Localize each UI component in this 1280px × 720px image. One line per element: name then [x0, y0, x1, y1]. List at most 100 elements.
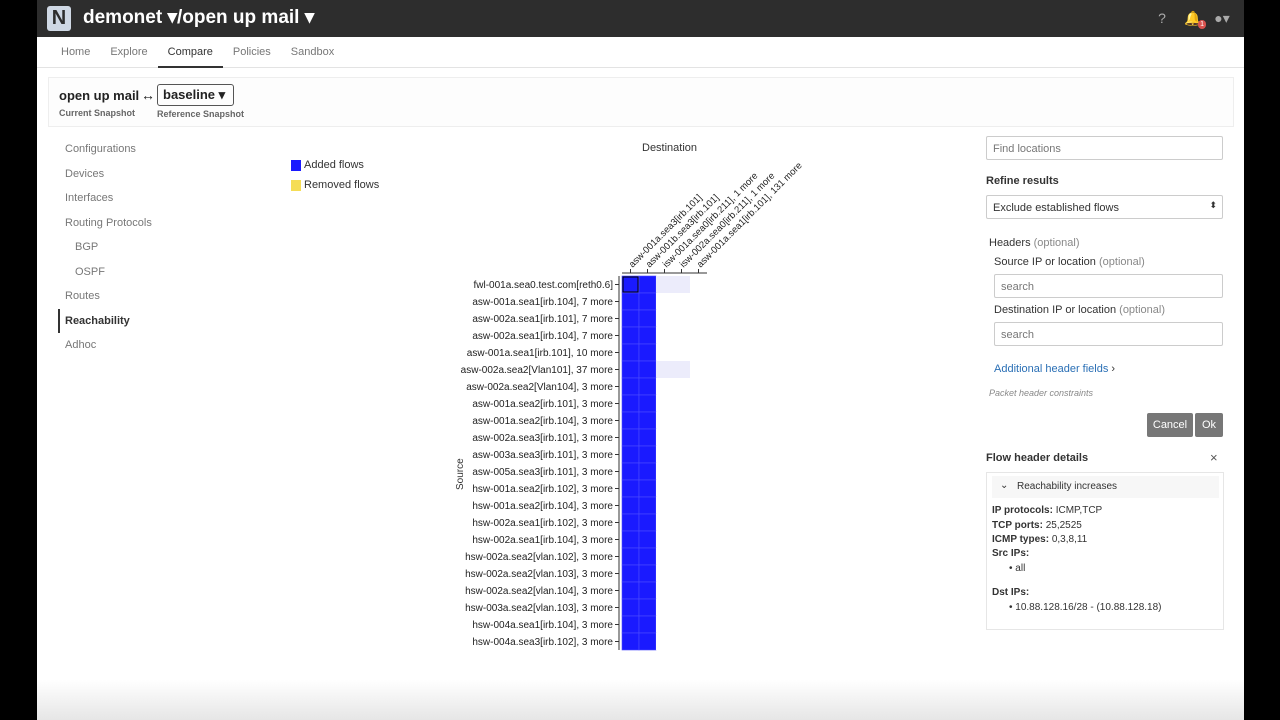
matrix-cell[interactable] [621, 462, 640, 481]
matrix-cell[interactable] [656, 548, 673, 565]
matrix-cell[interactable] [673, 582, 690, 599]
matrix-cell[interactable] [638, 394, 657, 413]
matrix-cell[interactable] [621, 598, 640, 617]
matrix-cell[interactable] [656, 310, 673, 327]
additional-header-fields-link[interactable]: Additional header fields › [994, 363, 1115, 375]
matrix-cell[interactable] [656, 463, 673, 480]
cancel-button[interactable]: Cancel [1147, 413, 1193, 437]
matrix-cell[interactable] [656, 429, 673, 446]
matrix-cell[interactable] [621, 564, 640, 583]
matrix-cell[interactable] [690, 582, 707, 599]
matrix-cell[interactable] [690, 463, 707, 480]
matrix-cell[interactable] [621, 411, 640, 430]
matrix-cell[interactable] [690, 565, 707, 582]
matrix-cell[interactable] [690, 310, 707, 327]
matrix-cell[interactable] [638, 411, 657, 430]
matrix-cell[interactable] [656, 378, 673, 395]
matrix-cell[interactable] [621, 326, 640, 345]
matrix-cell[interactable] [656, 565, 673, 582]
matrix-cell[interactable] [621, 632, 640, 651]
matrix-cell[interactable] [621, 275, 640, 294]
matrix-cell[interactable] [621, 394, 640, 413]
matrix-cell[interactable] [690, 616, 707, 633]
matrix-cell[interactable] [673, 327, 690, 344]
matrix-cell[interactable] [690, 327, 707, 344]
matrix-cell[interactable] [638, 275, 657, 294]
reachability-section-header[interactable]: ⌄ Reachability increases [992, 476, 1219, 498]
matrix-cell[interactable] [673, 599, 690, 616]
matrix-cell[interactable] [673, 344, 690, 361]
matrix-cell[interactable] [673, 531, 690, 548]
matrix-cell[interactable] [638, 343, 657, 362]
matrix-cell[interactable] [621, 513, 640, 532]
matrix-cell[interactable] [673, 276, 690, 293]
matrix-cell[interactable] [690, 633, 707, 650]
close-icon[interactable]: × [1210, 450, 1218, 465]
matrix-cell[interactable] [690, 480, 707, 497]
matrix-cell[interactable] [690, 599, 707, 616]
matrix-cell[interactable] [673, 548, 690, 565]
matrix-cell[interactable] [621, 360, 640, 379]
matrix-cell[interactable] [638, 292, 657, 311]
matrix-cell[interactable] [638, 377, 657, 396]
matrix-cell[interactable] [673, 446, 690, 463]
matrix-cell[interactable] [673, 497, 690, 514]
matrix-cell[interactable] [673, 429, 690, 446]
matrix-cell[interactable] [656, 293, 673, 310]
matrix-cell[interactable] [621, 615, 640, 634]
matrix-cell[interactable] [690, 276, 707, 293]
matrix-cell[interactable] [638, 445, 657, 464]
matrix-cell[interactable] [673, 293, 690, 310]
matrix-cell[interactable] [690, 548, 707, 565]
user-icon[interactable]: ●▾ [1214, 10, 1230, 26]
matrix-cell[interactable] [621, 496, 640, 515]
matrix-cell[interactable] [673, 463, 690, 480]
matrix-cell[interactable] [638, 326, 657, 345]
matrix-cell[interactable] [673, 361, 690, 378]
matrix-cell[interactable] [656, 480, 673, 497]
matrix-cell[interactable] [638, 581, 657, 600]
matrix-cell[interactable] [656, 344, 673, 361]
matrix-cell[interactable] [673, 395, 690, 412]
matrix-cell[interactable] [656, 633, 673, 650]
matrix-cell[interactable] [656, 446, 673, 463]
matrix-cell[interactable] [656, 616, 673, 633]
matrix-cell[interactable] [673, 378, 690, 395]
matrix-cell[interactable] [638, 428, 657, 447]
matrix-cell[interactable] [673, 633, 690, 650]
matrix-cell[interactable] [690, 497, 707, 514]
matrix-cell[interactable] [621, 581, 640, 600]
matrix-cell[interactable] [621, 428, 640, 447]
matrix-cell[interactable] [638, 462, 657, 481]
matrix-cell[interactable] [656, 412, 673, 429]
matrix-cell[interactable] [638, 360, 657, 379]
matrix-cell[interactable] [656, 531, 673, 548]
matrix-cell[interactable] [638, 564, 657, 583]
matrix-cell[interactable] [690, 395, 707, 412]
matrix-cell[interactable] [673, 310, 690, 327]
matrix-cell[interactable] [638, 309, 657, 328]
matrix-cell[interactable] [673, 565, 690, 582]
ok-button[interactable]: Ok [1195, 413, 1223, 437]
find-locations-input[interactable]: Find locations [986, 136, 1223, 160]
matrix-cell[interactable] [656, 497, 673, 514]
matrix-cell[interactable] [656, 514, 673, 531]
matrix-cell[interactable] [690, 429, 707, 446]
matrix-cell[interactable] [673, 616, 690, 633]
matrix-cell[interactable] [638, 530, 657, 549]
matrix-cell[interactable] [690, 446, 707, 463]
matrix-cell[interactable] [690, 412, 707, 429]
matrix-cell[interactable] [621, 445, 640, 464]
matrix-cell[interactable] [673, 480, 690, 497]
refine-results-select[interactable]: Exclude established flows ⬍ [986, 195, 1223, 219]
matrix-cell[interactable] [621, 309, 640, 328]
matrix-cell[interactable] [621, 530, 640, 549]
matrix-cell[interactable] [656, 582, 673, 599]
matrix-cell[interactable] [638, 598, 657, 617]
matrix-cell[interactable] [690, 378, 707, 395]
matrix-cell[interactable] [673, 412, 690, 429]
matrix-cell[interactable] [656, 276, 673, 293]
help-icon[interactable]: ? [1154, 10, 1170, 26]
matrix-cell[interactable] [690, 514, 707, 531]
destination-ip-input[interactable]: search [994, 322, 1223, 346]
